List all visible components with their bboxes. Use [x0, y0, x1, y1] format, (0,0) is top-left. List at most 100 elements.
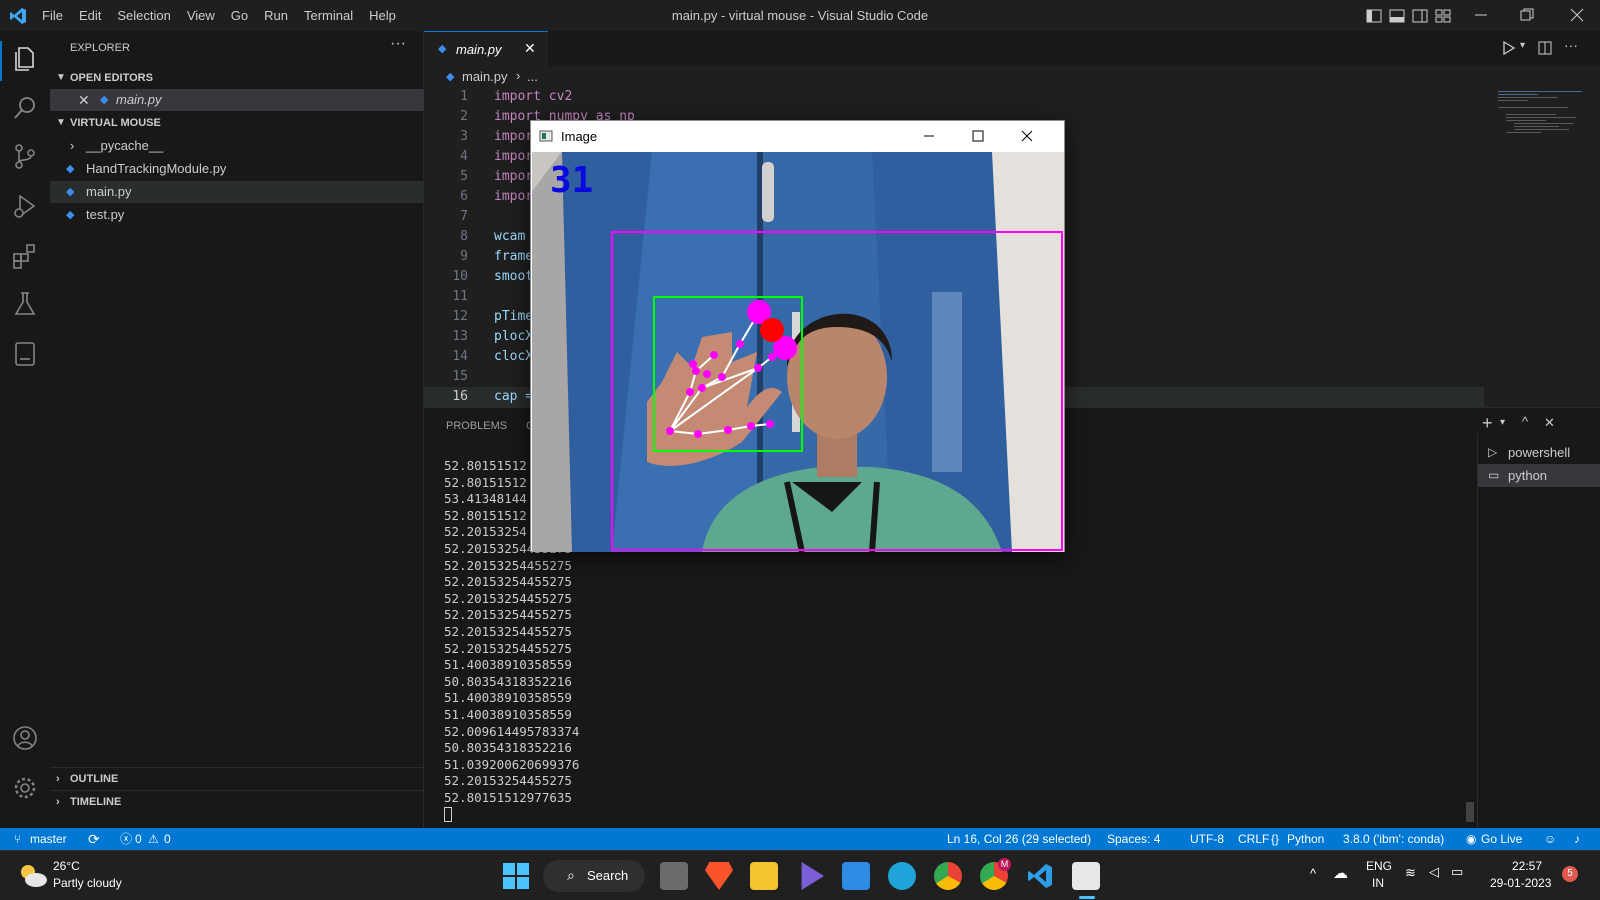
- chevron-up-icon[interactable]: ^: [1310, 866, 1316, 881]
- source-control-icon[interactable]: [10, 141, 40, 171]
- outline-section[interactable]: › OUTLINE: [50, 767, 424, 789]
- terminal-dropdown-icon[interactable]: ▾: [1500, 417, 1505, 428]
- onedrive-cloud-icon[interactable]: ☁: [1333, 864, 1348, 882]
- menu-edit[interactable]: Edit: [71, 8, 109, 23]
- new-terminal-icon[interactable]: +: [1482, 413, 1493, 434]
- tree-item-pycache[interactable]: › __pycache__: [50, 135, 424, 157]
- error-count[interactable]: 0: [135, 828, 142, 850]
- tree-item-main[interactable]: ◆ main.py: [50, 181, 424, 203]
- menu-selection[interactable]: Selection: [109, 8, 178, 23]
- more-actions-icon[interactable]: ···: [1564, 37, 1578, 53]
- minimize-icon[interactable]: [1474, 8, 1488, 22]
- maximize-icon[interactable]: [972, 130, 984, 142]
- cursor-position[interactable]: Ln 16, Col 26 (29 selected): [947, 828, 1091, 850]
- sync-icon[interactable]: ⟳: [88, 828, 100, 850]
- volume-icon[interactable]: ◁: [1429, 864, 1439, 880]
- more-actions-icon[interactable]: ···: [390, 35, 406, 53]
- taskbar-search[interactable]: ⌕ Search: [543, 860, 645, 892]
- menu-help[interactable]: Help: [361, 8, 404, 23]
- breadcrumb-symbol[interactable]: ...: [527, 69, 538, 84]
- search-icon[interactable]: [10, 93, 40, 123]
- edge-browser-icon[interactable]: [888, 862, 916, 890]
- close-panel-icon[interactable]: ✕: [1544, 415, 1555, 431]
- close-window-icon[interactable]: [1021, 130, 1033, 142]
- maximize-panel-icon[interactable]: ^: [1522, 414, 1528, 429]
- folder-section[interactable]: ▼ VIRTUAL MOUSE: [50, 112, 424, 134]
- task-view-icon[interactable]: [660, 862, 688, 890]
- file-explorer-icon[interactable]: [750, 862, 778, 890]
- testing-icon[interactable]: [10, 289, 40, 319]
- minimize-icon[interactable]: [923, 130, 935, 142]
- menu-view[interactable]: View: [179, 8, 223, 23]
- run-python-icon[interactable]: [1502, 41, 1516, 55]
- remote-explorer-icon[interactable]: [10, 339, 40, 369]
- input-language[interactable]: ENG: [1366, 859, 1392, 873]
- warning-icon: ⚠: [148, 832, 159, 846]
- minimap[interactable]: [1492, 90, 1588, 220]
- toggle-panel-icon[interactable]: [1389, 8, 1405, 24]
- terminal-item-python[interactable]: ▭ python: [1478, 464, 1600, 487]
- split-editor-icon[interactable]: [1538, 41, 1552, 55]
- go-live-button[interactable]: Go Live: [1481, 828, 1522, 850]
- mail-icon[interactable]: [842, 862, 870, 890]
- breadcrumb: ◆ main.py › ...: [424, 66, 1600, 88]
- menu-terminal[interactable]: Terminal: [296, 8, 361, 23]
- battery-icon[interactable]: ▭: [1451, 864, 1463, 880]
- timeline-label: TIMELINE: [70, 796, 122, 808]
- extensions-icon[interactable]: [10, 241, 40, 271]
- explorer-icon[interactable]: [10, 43, 40, 73]
- terminal-icon: ▷: [1488, 445, 1498, 459]
- close-window-icon[interactable]: [1570, 8, 1584, 22]
- close-tab-icon[interactable]: ✕: [524, 40, 536, 57]
- media-player-icon[interactable]: [801, 862, 824, 890]
- toggle-secondary-sidebar-icon[interactable]: [1412, 8, 1428, 24]
- notifications-bell-icon[interactable]: ♪: [1574, 828, 1580, 850]
- vscode-taskbar-icon[interactable]: [1026, 862, 1054, 890]
- clock-date[interactable]: 29-01-2023: [1490, 876, 1551, 890]
- tree-item-test[interactable]: ◆ test.py: [50, 204, 424, 226]
- input-region[interactable]: IN: [1372, 876, 1384, 890]
- end-of-line[interactable]: CRLF: [1238, 828, 1269, 850]
- terminal-item-label: powershell: [1508, 445, 1571, 460]
- menu-go[interactable]: Go: [223, 8, 256, 23]
- terminal-scrollbar[interactable]: [1466, 802, 1474, 822]
- brave-browser-icon[interactable]: [705, 862, 733, 890]
- notification-badge[interactable]: 5: [1562, 866, 1578, 882]
- weather-temp[interactable]: 26°C: [53, 859, 80, 873]
- terminal-item-powershell[interactable]: ▷ powershell: [1478, 441, 1600, 464]
- file-encoding[interactable]: UTF-8: [1190, 828, 1224, 850]
- restore-icon[interactable]: [1520, 8, 1534, 22]
- menu-file[interactable]: File: [34, 8, 71, 23]
- weather-desc[interactable]: Partly cloudy: [53, 876, 122, 890]
- manage-gear-icon[interactable]: [10, 773, 40, 803]
- clock-time[interactable]: 22:57: [1512, 859, 1542, 873]
- feedback-icon[interactable]: ☺: [1544, 828, 1556, 850]
- python-image-window-taskbar-icon[interactable]: [1072, 862, 1100, 890]
- tree-item-handtracking[interactable]: ◆ HandTrackingModule.py: [50, 158, 424, 180]
- language-mode[interactable]: Python: [1287, 828, 1324, 850]
- tab-main-py[interactable]: ◆ main.py ✕: [424, 31, 548, 66]
- toggle-sidebar-icon[interactable]: [1366, 8, 1382, 24]
- chrome-icon[interactable]: [934, 862, 962, 890]
- line-number: 8: [460, 229, 468, 244]
- tab-problems[interactable]: PROBLEMS: [446, 420, 507, 432]
- open-editor-item[interactable]: ✕ ◆ main.py: [50, 89, 424, 111]
- accounts-icon[interactable]: [10, 723, 40, 753]
- open-editors-section[interactable]: ▼ OPEN EDITORS: [50, 67, 424, 89]
- wifi-icon[interactable]: ≋: [1405, 865, 1416, 881]
- customize-layout-icon[interactable]: [1435, 8, 1451, 24]
- indentation[interactable]: Spaces: 4: [1107, 828, 1160, 850]
- line-number: 16: [452, 389, 468, 404]
- git-branch[interactable]: master: [30, 828, 67, 850]
- menu-run[interactable]: Run: [256, 8, 296, 23]
- breadcrumb-file[interactable]: main.py: [462, 69, 508, 84]
- run-dropdown-icon[interactable]: ▾: [1520, 40, 1525, 51]
- warning-count[interactable]: 0: [164, 828, 171, 850]
- start-windows-icon[interactable]: [503, 863, 529, 889]
- weather-icon[interactable]: [16, 861, 48, 889]
- opencv-image-window[interactable]: Image 31: [530, 120, 1065, 552]
- run-debug-icon[interactable]: [10, 191, 40, 221]
- timeline-section[interactable]: › TIMELINE: [50, 790, 424, 812]
- close-icon[interactable]: ✕: [78, 89, 90, 111]
- python-interpreter[interactable]: 3.8.0 ('ibm': conda): [1343, 828, 1444, 850]
